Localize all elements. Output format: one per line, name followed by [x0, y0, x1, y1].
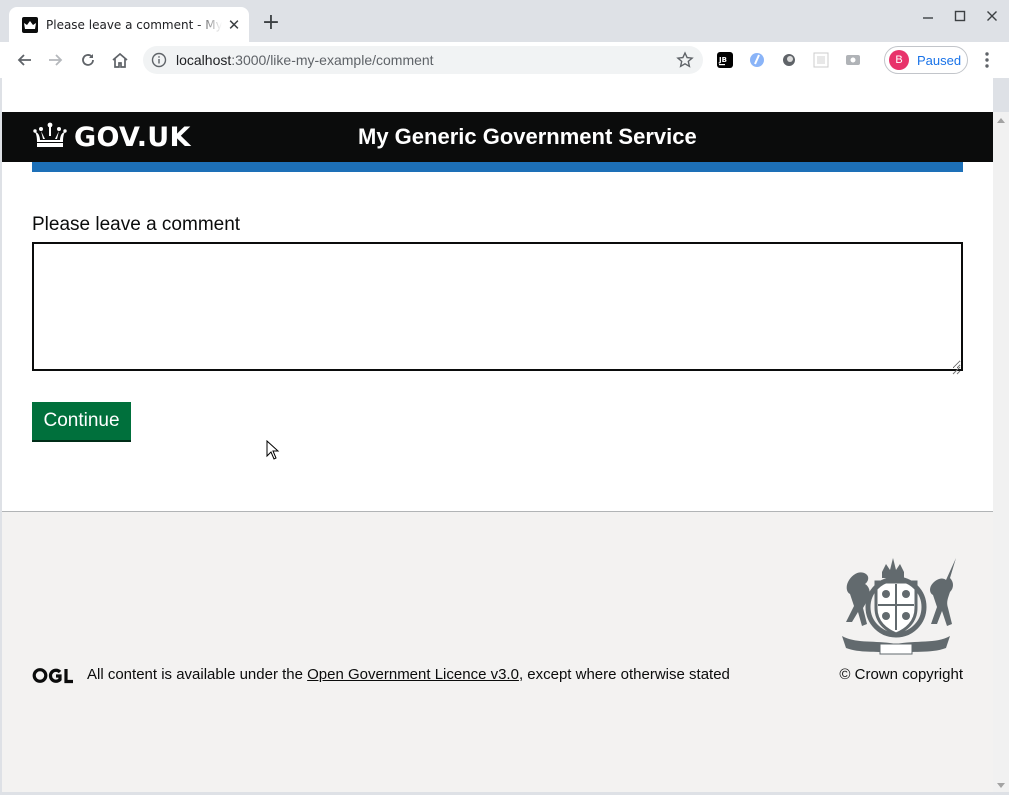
govuk-favicon-icon — [22, 16, 38, 33]
url-text: localhost:3000/like-my-example/comment — [176, 52, 434, 68]
ogl-licence-link[interactable]: Open Government Licence v3.0 — [307, 666, 519, 683]
govuk-logo-text: GOV.UK — [74, 121, 191, 153]
maximize-icon[interactable] — [950, 10, 970, 30]
window-close-icon[interactable] — [982, 10, 1002, 30]
licence-prefix: All content is available under the — [87, 666, 308, 683]
site-info-icon[interactable] — [151, 52, 167, 68]
govuk-logo-link[interactable]: GOV.UK — [32, 121, 191, 153]
forward-arrow-icon[interactable] — [45, 49, 67, 71]
browser-tab[interactable]: Please leave a comment - My Generic Gove… — [9, 7, 249, 42]
mouse-cursor-icon — [266, 439, 280, 460]
svg-text:JB: JB — [718, 56, 727, 64]
comment-label: Please leave a comment — [32, 214, 241, 235]
profile-avatar: B — [889, 50, 909, 70]
extension-grid-icon[interactable] — [813, 52, 829, 68]
back-arrow-icon[interactable] — [13, 49, 35, 71]
extension-circle-icon[interactable] — [781, 52, 797, 68]
crown-copyright-link[interactable]: © Crown copyright — [839, 666, 963, 683]
url-path: :3000/like-my-example/comment — [231, 52, 434, 68]
extension-camera-icon[interactable] — [845, 52, 861, 68]
profile-button[interactable]: B Paused — [884, 46, 968, 74]
licence-suffix: , except where otherwise stated — [518, 666, 730, 683]
address-bar[interactable]: localhost:3000/like-my-example/comment — [143, 46, 703, 74]
page-viewport: GOV.UK My Generic Government Service Ple… — [2, 78, 993, 792]
browser-tab-strip: Please leave a comment - My Generic Gove… — [0, 0, 1009, 42]
header-blue-underline — [32, 162, 963, 172]
continue-button[interactable]: Continue — [32, 402, 131, 440]
crown-icon — [32, 120, 68, 154]
reload-icon[interactable] — [77, 49, 99, 71]
comment-textarea[interactable] — [32, 242, 963, 371]
ogl-logo-icon — [32, 667, 74, 684]
govuk-footer: All content is available under the Open … — [2, 511, 993, 792]
service-name-link[interactable]: My Generic Government Service — [358, 124, 697, 150]
minimize-icon[interactable] — [918, 10, 938, 30]
browser-menu-icon[interactable] — [978, 50, 996, 70]
home-icon[interactable] — [109, 49, 131, 71]
royal-coat-of-arms-icon — [834, 552, 960, 656]
profile-status: Paused — [917, 52, 962, 68]
govuk-header: GOV.UK My Generic Government Service — [2, 112, 993, 162]
page-scrollbar[interactable] — [993, 112, 1009, 792]
scroll-up-arrow-icon[interactable] — [997, 118, 1005, 123]
browser-toolbar: localhost:3000/like-my-example/comment J… — [0, 42, 1009, 78]
scroll-down-arrow-icon[interactable] — [997, 783, 1005, 788]
new-tab-icon[interactable]: + — [259, 12, 283, 36]
extension-blue-icon[interactable] — [749, 52, 765, 68]
url-host: localhost — [176, 52, 232, 68]
tab-title: Please leave a comment - My Generic Gove… — [46, 17, 222, 32]
tab-close-icon[interactable]: ✕ — [226, 16, 242, 34]
licence-statement: All content is available under the Open … — [87, 666, 730, 683]
jetbrains-extension-icon[interactable]: JB — [717, 52, 733, 68]
bookmark-star-icon[interactable] — [676, 51, 694, 69]
resize-grip-icon[interactable] — [952, 360, 961, 375]
